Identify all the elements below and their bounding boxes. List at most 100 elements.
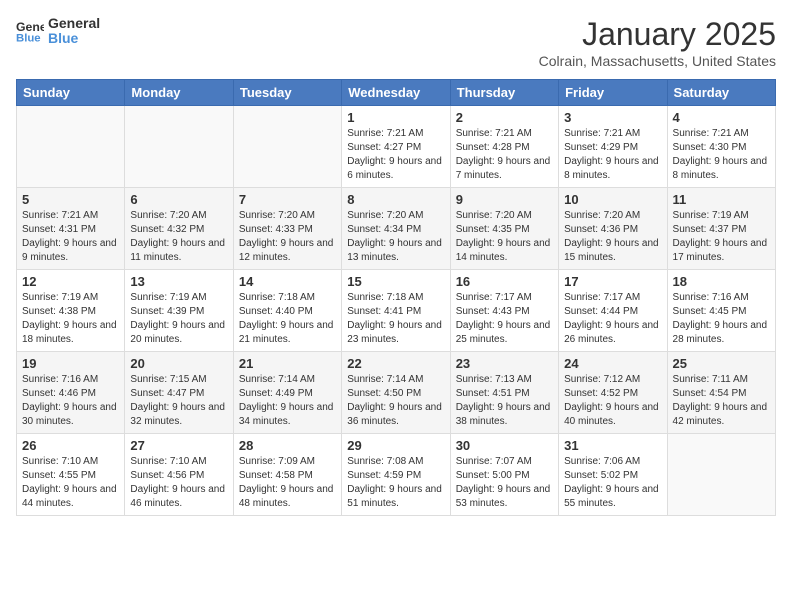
header-wednesday: Wednesday: [342, 80, 450, 106]
day-number: 14: [239, 274, 336, 289]
day-info: Sunrise: 7:17 AM Sunset: 4:43 PM Dayligh…: [456, 291, 553, 347]
title-block: January 2025 Colrain, Massachusetts, Uni…: [539, 16, 776, 69]
table-row: 31 Sunrise: 7:06 AM Sunset: 5:02 PM Dayli…: [559, 434, 667, 516]
day-info: Sunrise: 7:20 AM Sunset: 4:32 PM Dayligh…: [130, 209, 227, 265]
day-number: 13: [130, 274, 227, 289]
day-info: Sunrise: 7:19 AM Sunset: 4:38 PM Dayligh…: [22, 291, 119, 347]
day-number: 21: [239, 356, 336, 371]
day-number: 4: [673, 110, 770, 125]
logo-icon: General Blue: [16, 17, 44, 45]
day-number: 12: [22, 274, 119, 289]
header-friday: Friday: [559, 80, 667, 106]
header-tuesday: Tuesday: [233, 80, 341, 106]
table-row: 11 Sunrise: 7:19 AM Sunset: 4:37 PM Dayli…: [667, 188, 775, 270]
table-row: [17, 106, 125, 188]
day-number: 23: [456, 356, 553, 371]
day-info: Sunrise: 7:07 AM Sunset: 5:00 PM Dayligh…: [456, 455, 553, 511]
day-info: Sunrise: 7:14 AM Sunset: 4:50 PM Dayligh…: [347, 373, 444, 429]
table-row: 23 Sunrise: 7:13 AM Sunset: 4:51 PM Dayli…: [450, 352, 558, 434]
day-number: 10: [564, 192, 661, 207]
day-number: 3: [564, 110, 661, 125]
day-number: 6: [130, 192, 227, 207]
table-row: 30 Sunrise: 7:07 AM Sunset: 5:00 PM Dayli…: [450, 434, 558, 516]
day-info: Sunrise: 7:20 AM Sunset: 4:33 PM Dayligh…: [239, 209, 336, 265]
table-row: 1 Sunrise: 7:21 AM Sunset: 4:27 PM Daylig…: [342, 106, 450, 188]
day-info: Sunrise: 7:06 AM Sunset: 5:02 PM Dayligh…: [564, 455, 661, 511]
table-row: 4 Sunrise: 7:21 AM Sunset: 4:30 PM Daylig…: [667, 106, 775, 188]
table-row: 22 Sunrise: 7:14 AM Sunset: 4:50 PM Dayli…: [342, 352, 450, 434]
day-number: 2: [456, 110, 553, 125]
table-row: [233, 106, 341, 188]
day-info: Sunrise: 7:21 AM Sunset: 4:30 PM Dayligh…: [673, 127, 770, 183]
page-header: General Blue General Blue January 2025 C…: [16, 16, 776, 69]
table-row: 24 Sunrise: 7:12 AM Sunset: 4:52 PM Dayli…: [559, 352, 667, 434]
table-row: 16Sunrise: 7:17 AM Sunset: 4:43 PM Dayli…: [450, 270, 558, 352]
day-number: 7: [239, 192, 336, 207]
calendar-week-row: 12 Sunrise: 7:19 AM Sunset: 4:38 PM Dayli…: [17, 270, 776, 352]
day-number: 30: [456, 438, 553, 453]
day-info: Sunrise: 7:18 AM Sunset: 4:40 PM Dayligh…: [239, 291, 336, 347]
table-row: 21Sunrise: 7:14 AM Sunset: 4:49 PM Dayli…: [233, 352, 341, 434]
logo: General Blue General Blue: [16, 16, 100, 47]
calendar-week-row: 1 Sunrise: 7:21 AM Sunset: 4:27 PM Daylig…: [17, 106, 776, 188]
logo-text-blue: Blue: [48, 31, 100, 46]
location: Colrain, Massachusetts, United States: [539, 53, 776, 69]
day-info: Sunrise: 7:10 AM Sunset: 4:55 PM Dayligh…: [22, 455, 119, 511]
day-info: Sunrise: 7:21 AM Sunset: 4:29 PM Dayligh…: [564, 127, 661, 183]
table-row: 12 Sunrise: 7:19 AM Sunset: 4:38 PM Dayli…: [17, 270, 125, 352]
table-row: 29 Sunrise: 7:08 AM Sunset: 4:59 PM Dayli…: [342, 434, 450, 516]
day-info: Sunrise: 7:11 AM Sunset: 4:54 PM Dayligh…: [673, 373, 770, 429]
day-number: 27: [130, 438, 227, 453]
header-saturday: Saturday: [667, 80, 775, 106]
table-row: [667, 434, 775, 516]
day-number: 11: [673, 192, 770, 207]
day-number: 28: [239, 438, 336, 453]
day-number: 24: [564, 356, 661, 371]
table-row: 26 Sunrise: 7:10 AM Sunset: 4:55 PM Dayli…: [17, 434, 125, 516]
day-info: Sunrise: 7:09 AM Sunset: 4:58 PM Dayligh…: [239, 455, 336, 511]
table-row: 6 Sunrise: 7:20 AM Sunset: 4:32 PM Daylig…: [125, 188, 233, 270]
day-number: 26: [22, 438, 119, 453]
day-number: 22: [347, 356, 444, 371]
table-row: 17Sunrise: 7:17 AM Sunset: 4:44 PM Dayli…: [559, 270, 667, 352]
calendar-header-row: SundayMondayTuesdayWednesdayThursdayFrid…: [17, 80, 776, 106]
day-number: 8: [347, 192, 444, 207]
table-row: 15Sunrise: 7:18 AM Sunset: 4:41 PM Dayli…: [342, 270, 450, 352]
calendar: SundayMondayTuesdayWednesdayThursdayFrid…: [16, 79, 776, 516]
day-info: Sunrise: 7:16 AM Sunset: 4:46 PM Dayligh…: [22, 373, 119, 429]
day-info: Sunrise: 7:15 AM Sunset: 4:47 PM Dayligh…: [130, 373, 227, 429]
table-row: 18 Sunrise: 7:16 AM Sunset: 4:45 PM Dayli…: [667, 270, 775, 352]
table-row: 5 Sunrise: 7:21 AM Sunset: 4:31 PM Daylig…: [17, 188, 125, 270]
day-info: Sunrise: 7:18 AM Sunset: 4:41 PM Dayligh…: [347, 291, 444, 347]
day-number: 31: [564, 438, 661, 453]
table-row: 13 Sunrise: 7:19 AM Sunset: 4:39 PM Dayli…: [125, 270, 233, 352]
day-info: Sunrise: 7:16 AM Sunset: 4:45 PM Dayligh…: [673, 291, 770, 347]
day-number: 18: [673, 274, 770, 289]
table-row: 2 Sunrise: 7:21 AM Sunset: 4:28 PM Daylig…: [450, 106, 558, 188]
day-info: Sunrise: 7:13 AM Sunset: 4:51 PM Dayligh…: [456, 373, 553, 429]
day-number: 17: [564, 274, 661, 289]
table-row: 25 Sunrise: 7:11 AM Sunset: 4:54 PM Dayli…: [667, 352, 775, 434]
day-number: 29: [347, 438, 444, 453]
table-row: [125, 106, 233, 188]
day-info: Sunrise: 7:19 AM Sunset: 4:37 PM Dayligh…: [673, 209, 770, 265]
day-info: Sunrise: 7:21 AM Sunset: 4:27 PM Dayligh…: [347, 127, 444, 183]
day-info: Sunrise: 7:21 AM Sunset: 4:28 PM Dayligh…: [456, 127, 553, 183]
logo-text-general: General: [48, 16, 100, 31]
header-monday: Monday: [125, 80, 233, 106]
calendar-week-row: 26 Sunrise: 7:10 AM Sunset: 4:55 PM Dayli…: [17, 434, 776, 516]
day-number: 5: [22, 192, 119, 207]
table-row: 8Sunrise: 7:20 AM Sunset: 4:34 PM Daylig…: [342, 188, 450, 270]
calendar-week-row: 5 Sunrise: 7:21 AM Sunset: 4:31 PM Daylig…: [17, 188, 776, 270]
day-number: 25: [673, 356, 770, 371]
month-title: January 2025: [539, 16, 776, 53]
header-thursday: Thursday: [450, 80, 558, 106]
day-info: Sunrise: 7:20 AM Sunset: 4:36 PM Dayligh…: [564, 209, 661, 265]
day-info: Sunrise: 7:21 AM Sunset: 4:31 PM Dayligh…: [22, 209, 119, 265]
day-info: Sunrise: 7:08 AM Sunset: 4:59 PM Dayligh…: [347, 455, 444, 511]
day-number: 9: [456, 192, 553, 207]
day-info: Sunrise: 7:19 AM Sunset: 4:39 PM Dayligh…: [130, 291, 227, 347]
header-sunday: Sunday: [17, 80, 125, 106]
day-number: 1: [347, 110, 444, 125]
day-info: Sunrise: 7:12 AM Sunset: 4:52 PM Dayligh…: [564, 373, 661, 429]
